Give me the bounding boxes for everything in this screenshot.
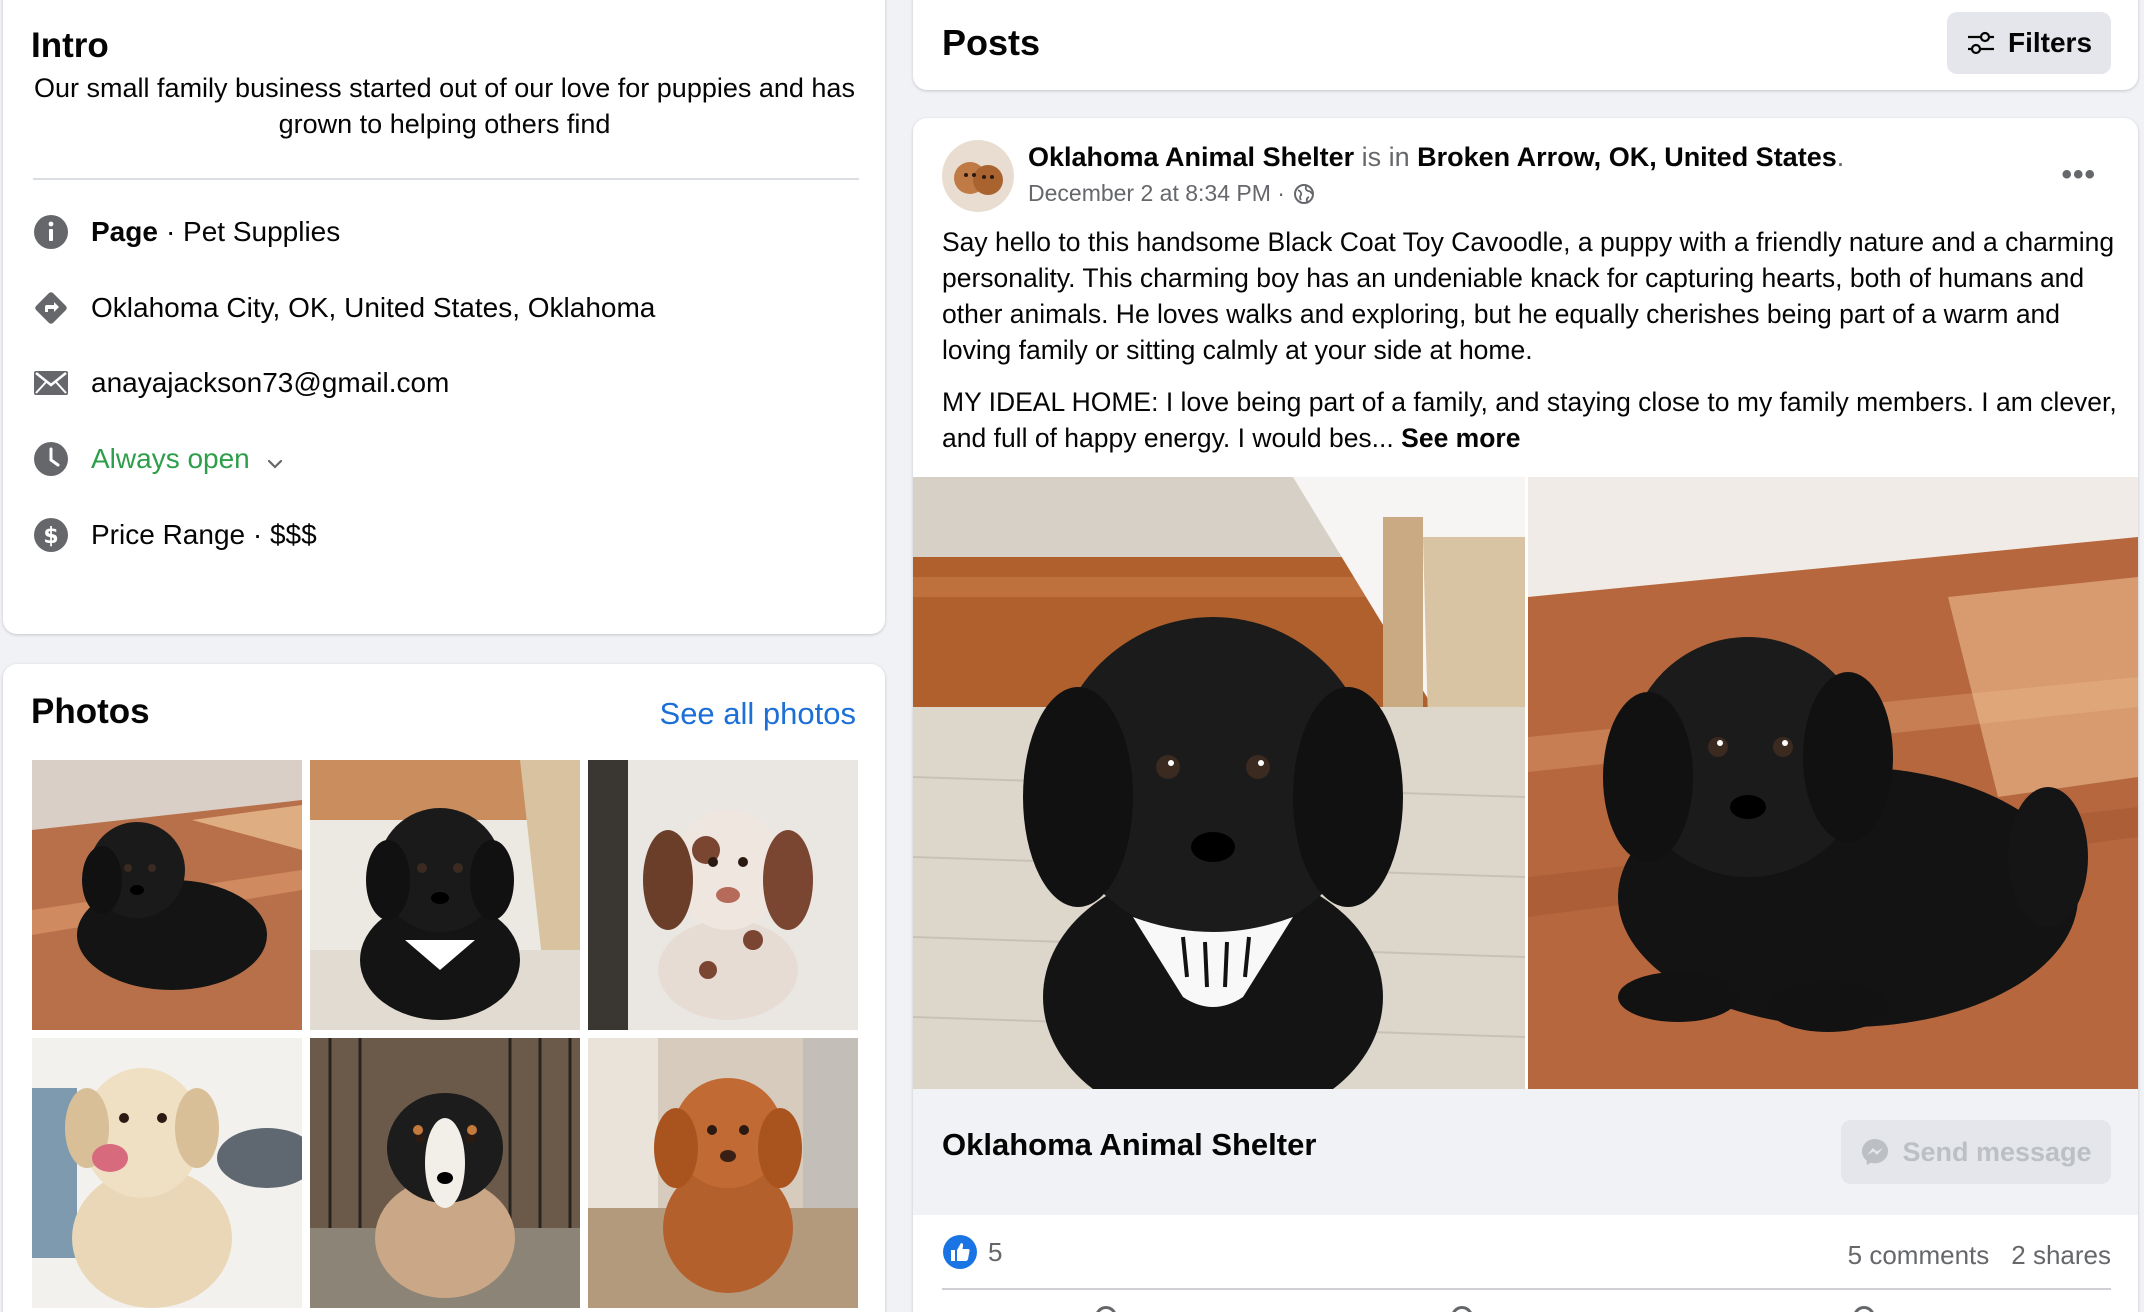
photo-thumbnail[interactable] [310, 760, 580, 1030]
post-card: Oklahoma Animal Shelter is in Broken Arr… [913, 118, 2138, 1312]
photo-thumbnail[interactable] [588, 760, 858, 1030]
category-value: · Pet Supplies [165, 216, 341, 247]
chevron-down-icon[interactable] [266, 445, 284, 477]
page-name[interactable]: Oklahoma Animal Shelter [942, 1127, 1316, 1163]
globe-icon [1293, 183, 1314, 204]
reaction-stats: 5 comments 2 shares [1848, 1240, 2111, 1271]
post-photo[interactable] [913, 477, 1525, 1089]
hours-row[interactable]: Always open [33, 437, 284, 481]
actions-divider [942, 1288, 2111, 1290]
post-meta: December 2 at 8:34 PM · [1028, 180, 1315, 207]
messenger-icon [1862, 1139, 1889, 1165]
price-row: $ Price Range · $$$ [33, 513, 317, 557]
post-text-paragraph-2-body: MY IDEAL HOME: I love being part of a fa… [942, 387, 2117, 453]
hours-text[interactable]: Always open [91, 443, 250, 475]
photo-thumbnail[interactable] [588, 1038, 858, 1308]
is-in-text: is in [1361, 142, 1410, 172]
see-more-link[interactable]: See more [1401, 423, 1520, 453]
like-action-icon[interactable] [1095, 1306, 1117, 1312]
reactions-row: 5 5 comments 2 shares [942, 1234, 2111, 1278]
more-options-icon[interactable]: ••• [2061, 158, 2096, 192]
intro-title: Intro [31, 26, 109, 65]
dollar-icon: $ [33, 517, 69, 553]
post-header: Oklahoma Animal Shelter is in Broken Arr… [1028, 142, 1844, 173]
comment-action-icon[interactable] [1451, 1306, 1473, 1312]
price-range-text: Price Range · $$$ [91, 519, 317, 550]
posts-title: Posts [942, 22, 1041, 63]
intro-divider [33, 178, 859, 180]
intro-bio: Our small family business started out of… [34, 73, 855, 139]
photos-title: Photos [31, 692, 150, 731]
photo-thumbnail[interactable] [32, 1038, 302, 1308]
address-text: Oklahoma City, OK, United States, Oklaho… [91, 292, 656, 323]
post-text-paragraph-1: Say hello to this handsome Black Coat To… [942, 227, 2115, 365]
post-text-paragraph-2: MY IDEAL HOME: I love being part of a fa… [942, 384, 2117, 456]
share-action-icon[interactable] [1853, 1306, 1875, 1312]
location-link[interactable]: Broken Arrow, OK, United States [1417, 142, 1837, 172]
filters-icon [1967, 31, 1994, 55]
see-all-photos-link[interactable]: See all photos [660, 696, 856, 732]
send-message-label: Send message [1902, 1136, 2092, 1167]
photo-thumbnail[interactable] [310, 1038, 580, 1308]
like-count: 5 [988, 1236, 1003, 1267]
period-text: . [1836, 142, 1845, 172]
category-label: Page [91, 216, 158, 247]
comments-count-link[interactable]: 5 comments [1848, 1240, 1990, 1271]
author-avatar[interactable] [942, 140, 1014, 212]
address-row: Oklahoma City, OK, United States, Oklaho… [33, 286, 655, 330]
filters-button[interactable]: Filters [1947, 12, 2111, 74]
intro-card: Intro Our small family business started … [3, 0, 885, 634]
posts-header-card: Posts Filters [913, 0, 2138, 90]
info-icon [33, 214, 69, 250]
photos-card: Photos See all photos [3, 664, 885, 1312]
author-name-link[interactable]: Oklahoma Animal Shelter [1028, 142, 1354, 172]
send-message-button[interactable]: Send message [1841, 1120, 2111, 1184]
email-text[interactable]: anayajackson73@gmail.com [91, 367, 449, 399]
shares-count-link[interactable]: 2 shares [2011, 1240, 2111, 1271]
post-photo[interactable] [1528, 477, 2138, 1089]
mail-icon [33, 365, 69, 401]
like-reactions[interactable]: 5 [942, 1234, 1002, 1270]
email-row[interactable]: anayajackson73@gmail.com [33, 361, 449, 405]
post-date-link[interactable]: December 2 at 8:34 PM · [1028, 180, 1285, 207]
directions-icon [33, 290, 69, 326]
like-icon [943, 1235, 977, 1269]
clock-icon [33, 441, 69, 477]
photo-thumbnail[interactable] [32, 760, 302, 1030]
filters-label: Filters [2007, 27, 2093, 58]
category-row: Page · Pet Supplies [33, 210, 340, 254]
svg-text:$: $ [43, 524, 58, 549]
page-cta-box: Oklahoma Animal Shelter Send message [913, 1089, 2138, 1215]
